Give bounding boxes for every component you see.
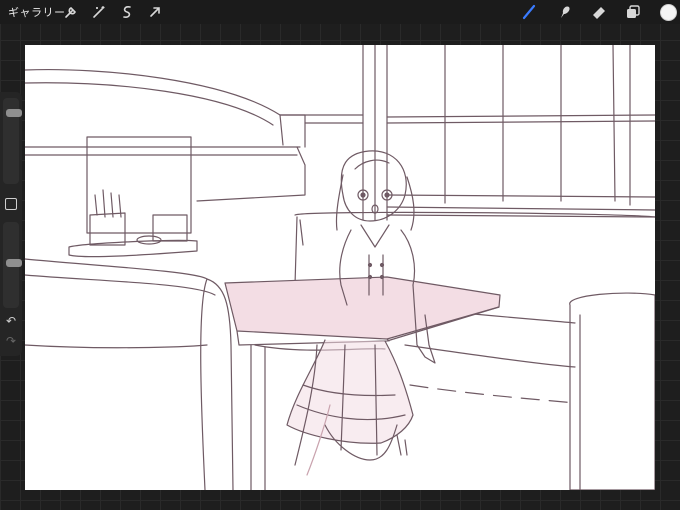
gallery-button[interactable]: ギャラリー	[8, 4, 66, 20]
brush-icon[interactable]	[520, 3, 538, 21]
smudge-icon[interactable]	[555, 3, 573, 21]
wrench-icon[interactable]	[62, 3, 80, 21]
eraser-icon[interactable]	[590, 3, 608, 21]
undo-button[interactable]: ↶	[4, 314, 18, 328]
selection-s-icon[interactable]	[118, 3, 136, 21]
opacity-handle[interactable]	[6, 259, 22, 268]
brush-size-handle[interactable]	[6, 109, 22, 118]
left-sidebar: ↶ ↷	[0, 92, 22, 356]
brush-size-slider[interactable]	[3, 98, 22, 184]
sketch-artwork	[25, 45, 655, 490]
layers-icon[interactable]	[624, 3, 642, 21]
transform-arrow-icon[interactable]	[146, 3, 164, 21]
top-toolbar: ギャラリー	[0, 0, 680, 24]
color-picker[interactable]	[660, 4, 677, 21]
drawing-canvas[interactable]	[25, 45, 655, 490]
modify-button[interactable]	[5, 198, 17, 210]
redo-button[interactable]: ↷	[4, 334, 18, 348]
magic-wand-icon[interactable]	[90, 3, 108, 21]
opacity-slider[interactable]	[3, 222, 22, 308]
